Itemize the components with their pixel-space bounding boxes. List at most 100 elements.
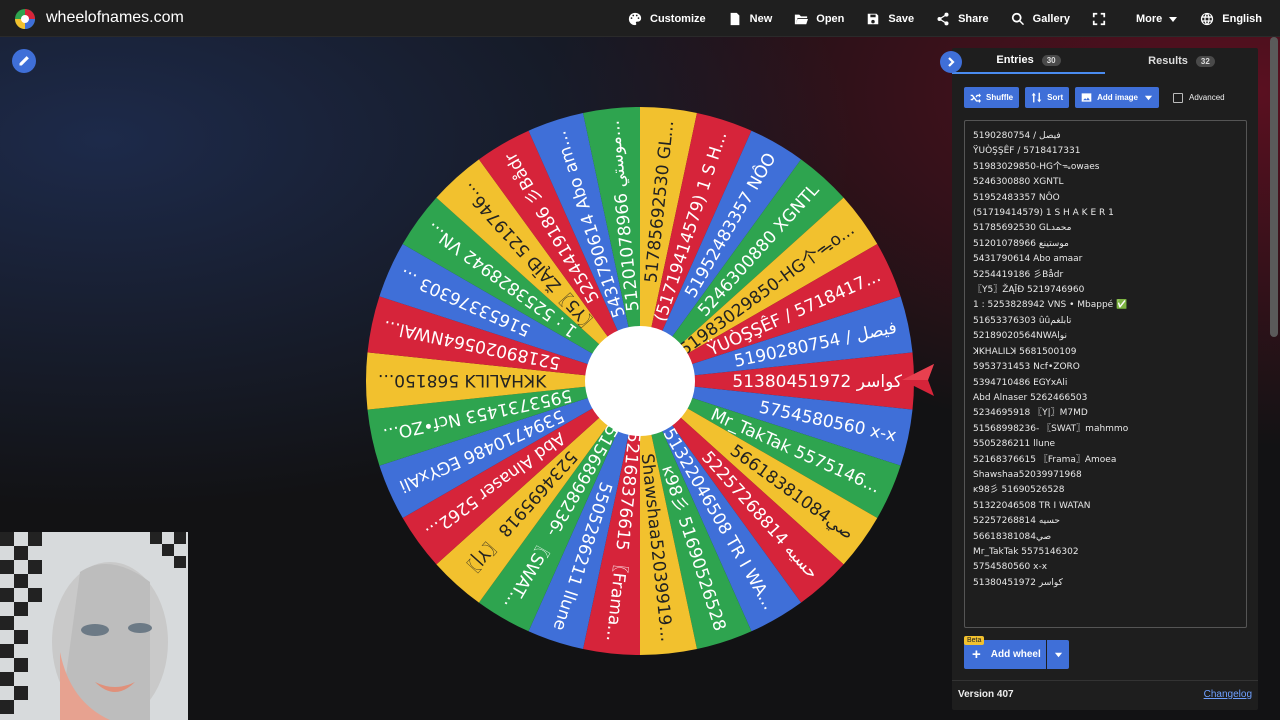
collapse-panel-button[interactable] [940, 51, 962, 73]
entry-line: ŸUÒŞŞÊF / 5718417331 [973, 146, 1081, 157]
open-label: Open [816, 12, 845, 25]
save-button[interactable]: Save [866, 12, 914, 26]
advanced-checkbox[interactable] [1173, 92, 1184, 103]
side-panel: Entries 30 Results 32 Shuffle Sort Add i… [952, 48, 1258, 710]
search-icon [1011, 12, 1024, 25]
entry-line: 5505286211 llune [973, 439, 1056, 450]
entry-line: 51785692530 GLمحمد [973, 223, 1072, 234]
entry-line: (51719414579) 1 S H A K E R 1 [973, 208, 1114, 219]
entry-line: 5394710486 EGYxAli [973, 377, 1068, 388]
shuffle-button[interactable]: Shuffle [964, 87, 1020, 108]
entry-line: 5953731453 Ncf•ZORO [973, 362, 1080, 373]
entry-line: 51568998236- 〖SWAT〗mahmmo [973, 423, 1129, 434]
entry-line: 51983029850-HG个ᯓowaes [973, 161, 1100, 172]
entries-textarea[interactable]: 5190280754 / فيصل ŸUÒŞŞÊF / 5718417331 519… [964, 120, 1247, 628]
gallery-button[interactable]: Gallery [1011, 12, 1070, 26]
share-label: Share [958, 12, 989, 25]
entry-line: Mr_TakTak 5575146302 [973, 546, 1079, 557]
tab-results[interactable]: Results 32 [1105, 48, 1258, 74]
chevron-down-icon [1054, 652, 1062, 658]
tab-results-label: Results [1148, 55, 1188, 67]
version-text: Version 407 [958, 689, 1014, 700]
changelog-link[interactable]: Changelog [1204, 689, 1252, 700]
entry-line: 51952483357 NÔO [973, 192, 1060, 203]
entries-toolbar: Shuffle Sort Add image Advanced [964, 87, 1225, 108]
share-icon [937, 12, 949, 25]
new-file-icon [730, 12, 740, 25]
entry-line: 5246300880 XGNTL [973, 177, 1064, 188]
top-menu: Customize New Open Save Share Gallery Mo… [606, 0, 1262, 37]
wheel-segment-label: 51380451972 كواسر [732, 372, 903, 392]
wheel-pointer-icon [902, 364, 934, 396]
entry-line: 51380451972 كواسر [973, 577, 1063, 588]
add-wheel-group: Beta + Add wheel [964, 636, 1069, 669]
language-label: English [1222, 12, 1262, 25]
plus-icon: + [972, 646, 981, 663]
chevron-down-icon [1144, 95, 1153, 101]
sort-label: Sort [1047, 93, 1064, 102]
shuffle-icon [970, 93, 981, 103]
wheel-segment-label: ꓘKHALILꓘ 568150... [378, 370, 547, 390]
entry-line: 52189020564NWAlنو [973, 331, 1067, 342]
entry-line: Abd Alnaser 5262466503 [973, 392, 1088, 403]
chevron-right-icon [948, 57, 955, 67]
webcam-image [0, 532, 188, 720]
entry-line: 56618381084صي [973, 531, 1052, 542]
wheel-graphic[interactable]: 51380451972 كواسر5754580560 x-xMr_TakTak… [362, 103, 918, 659]
tab-entries-label: Entries [996, 54, 1034, 66]
image-icon [1081, 93, 1092, 102]
new-button[interactable]: New [728, 12, 773, 26]
entry-line: 51322046508 TR I WATAN [973, 500, 1091, 511]
panel-divider [952, 680, 1258, 681]
folder-open-icon [795, 14, 809, 24]
entry-line: Shawshaa52039971968 [973, 469, 1082, 480]
more-label: More [1135, 12, 1163, 25]
beta-badge: Beta [964, 636, 985, 645]
advanced-label: Advanced [1189, 93, 1225, 102]
gallery-label: Gallery [1032, 12, 1070, 25]
language-button[interactable]: English [1200, 12, 1262, 26]
entry-line: 5234695918 〖Y|〗M7MD [973, 408, 1088, 419]
entry-line: ĸ98彡 51690526528 [973, 485, 1065, 496]
edit-button[interactable] [12, 49, 36, 73]
sort-button[interactable]: Sort [1025, 87, 1070, 108]
new-label: New [749, 12, 773, 25]
entry-line: 5754580560 x-x [973, 562, 1048, 573]
entry-line: ꓘKHALILꓘ 5681500109 [973, 346, 1077, 357]
panel-tabs: Entries 30 Results 32 [952, 48, 1258, 74]
add-image-button[interactable]: Add image [1075, 87, 1160, 108]
customize-button[interactable]: Customize [628, 12, 706, 26]
entries-count-badge: 30 [1041, 54, 1061, 66]
page-scrollbar[interactable] [1270, 37, 1278, 337]
sort-icon [1031, 92, 1042, 103]
results-count-badge: 32 [1195, 55, 1215, 67]
add-wheel-label: Add wheel [990, 649, 1041, 660]
add-wheel-dropdown[interactable] [1047, 640, 1069, 669]
share-button[interactable]: Share [936, 12, 989, 26]
pencil-icon [19, 56, 29, 66]
fullscreen-icon [1092, 12, 1106, 25]
advanced-toggle[interactable]: Advanced [1173, 92, 1225, 103]
logo-icon[interactable] [14, 8, 36, 30]
entry-line: 51653376303 ûûتابلغم [973, 315, 1072, 326]
wheel[interactable]: 51380451972 كواسر 5754580560 x-x Mr_TakTak… [362, 103, 918, 659]
shuffle-label: Shuffle [986, 93, 1014, 102]
add-image-label: Add image [1097, 93, 1139, 102]
floppy-icon [868, 13, 879, 24]
top-bar: wheelofnames.com Customize New Open Save… [0, 0, 1280, 37]
entry-line: 5431790614 Abo amaar [973, 254, 1083, 265]
wheel-hub[interactable] [585, 326, 695, 436]
entry-line: 52257268814 حسيه [973, 516, 1060, 527]
entry-line: 5190280754 / فيصل [973, 131, 1061, 141]
entry-line: 5254419186 彡Bådr [973, 269, 1064, 280]
more-button[interactable]: More [1136, 13, 1178, 25]
entry-line: 52168376615 〖Frama〗Amoea [973, 454, 1117, 465]
fullscreen-button[interactable] [1092, 12, 1114, 26]
site-name[interactable]: wheelofnames.com [46, 9, 184, 27]
globe-icon [1201, 12, 1214, 25]
palette-icon [628, 12, 642, 25]
entry-line: 〖Y5〗ŽĄĪĐ 5219746960 [973, 285, 1085, 296]
open-button[interactable]: Open [794, 12, 844, 26]
tab-entries[interactable]: Entries 30 [952, 48, 1105, 74]
webcam-overlay [0, 532, 188, 720]
